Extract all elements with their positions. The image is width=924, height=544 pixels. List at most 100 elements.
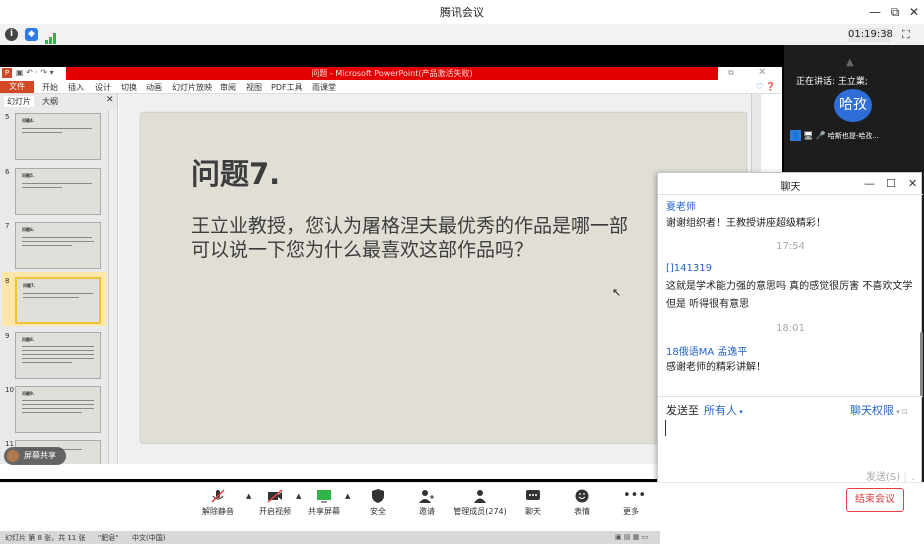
slide-thumbnail-selected[interactable]: 问题7.: [15, 277, 101, 324]
screen-share-icon: [316, 489, 332, 503]
chat-window: 聊天 — ☐ ✕ 夏老师 谢谢组织者！王教授讲座超级精彩！ 17:54 []14…: [657, 172, 923, 484]
slide-thumbnail[interactable]: 问题5.: [15, 168, 101, 215]
ribbon-tab[interactable]: PDF工具: [271, 82, 303, 93]
message-timestamp: 18:01: [776, 323, 805, 334]
thumb-line: [22, 187, 62, 188]
signal-icon[interactable]: [45, 29, 57, 44]
thumb-line: [22, 237, 92, 238]
thumb-title: 问题9.: [22, 391, 35, 396]
status-slide-position: 幻灯片 第 8 张，共 11 张: [5, 534, 86, 542]
thumb-line: [22, 241, 94, 242]
ribbon-tab[interactable]: 开始: [42, 82, 58, 93]
close-button[interactable]: ✕: [905, 3, 923, 21]
ppt-window-title: 问题 - Microsoft PowerPoint(产品激活失败): [66, 67, 718, 80]
screen-share-name: 屏幕共享: [24, 451, 56, 460]
thumb-line: [22, 362, 72, 363]
thumb-line: [22, 128, 92, 129]
ppt-restore-icon[interactable]: ⧉: [728, 68, 734, 78]
ribbon-tab[interactable]: 切换: [121, 82, 137, 93]
slide-thumbnail[interactable]: 问题9.: [15, 386, 101, 433]
minimize-button[interactable]: —: [866, 3, 884, 21]
thumb-line: [22, 350, 94, 351]
ribbon-tab[interactable]: 视图: [246, 82, 262, 93]
thumb-line: [23, 293, 93, 294]
thumb-line: [22, 346, 94, 347]
help-icon[interactable]: ♡ ❓: [756, 82, 776, 91]
send-button[interactable]: 发送(S) │ ⌄: [866, 468, 917, 483]
toolbar-label: 管理成员(274): [453, 507, 507, 516]
more-button[interactable]: ••• 更多: [601, 483, 661, 520]
collapse-up-icon[interactable]: ▲: [846, 57, 854, 68]
chat-input[interactable]: [662, 417, 918, 465]
dropdown-arrow-icon: ▾: [737, 408, 743, 416]
slide-thumbnail[interactable]: 问题6.: [15, 222, 101, 269]
send-options-icon[interactable]: │ ⌄: [900, 473, 917, 482]
thumb-line: [22, 132, 62, 133]
message-sender[interactable]: []141319: [666, 263, 712, 274]
chat-title: 聊天: [780, 182, 801, 193]
share-screen-button[interactable]: 共享屏幕: [294, 483, 354, 520]
emoji-icon: [574, 489, 590, 503]
chat-permission-dropdown[interactable]: 聊天权限 ▾ ⊡: [850, 402, 908, 418]
chat-close-button[interactable]: ✕: [908, 177, 917, 190]
view-mode-icons[interactable]: ▣ ▤ ▦ ▭: [615, 533, 648, 541]
slide-thumbnail[interactable]: 问题8.: [15, 332, 101, 379]
invite-button[interactable]: 邀请: [397, 483, 457, 520]
thumb-title: 问题8.: [22, 337, 35, 342]
chat-divider: [658, 396, 923, 397]
participant-avatar[interactable]: 哈孜: [834, 89, 872, 122]
end-meeting-button[interactable]: 结束会议: [846, 488, 904, 512]
screen-icon: 🖥: [803, 131, 814, 140]
message-timestamp: 17:54: [776, 241, 805, 252]
participant-info: 👤 🖥 🎤 哈斯也提-哈孜...: [790, 130, 879, 141]
chat-icon: [525, 489, 541, 503]
thumb-number: 5: [5, 113, 10, 121]
ribbon-tab[interactable]: 设计: [95, 82, 111, 93]
thumb-line: [23, 297, 79, 298]
slide-thumbnail[interactable]: 问题4.: [15, 113, 101, 160]
text-caret: [665, 420, 666, 436]
message-text: 感谢老师的精彩讲解！: [666, 362, 766, 373]
thumb-number: 9: [5, 332, 10, 340]
ppt-app-icon: P: [2, 68, 12, 78]
manage-members-button[interactable]: 管理成员(274): [450, 483, 510, 520]
pane-tab-slides[interactable]: 幻灯片: [4, 96, 34, 107]
info-icon[interactable]: i: [5, 28, 18, 41]
ribbon-tab[interactable]: 插入: [68, 82, 84, 93]
message-sender[interactable]: 夏老师: [666, 198, 696, 213]
ribbon-tab[interactable]: 雨课堂: [312, 82, 336, 93]
unmute-button[interactable]: 解除静音: [188, 483, 248, 520]
file-tab[interactable]: 文件: [0, 81, 34, 93]
toolbar-label: 解除静音: [202, 507, 234, 516]
security-shield-icon[interactable]: ◆: [25, 28, 38, 41]
user-avatar-icon: [7, 450, 19, 462]
pane-tab-outline[interactable]: 大纲: [42, 96, 58, 107]
chat-maximize-button[interactable]: ☐: [886, 177, 896, 190]
window-titlebar: 腾讯会议 — ⧉ ✕: [0, 0, 924, 24]
send-to-value: 所有人: [704, 404, 737, 417]
chat-scrollbar[interactable]: [920, 332, 923, 396]
status-theme: "肥皂": [98, 534, 119, 542]
window-title: 腾讯会议: [440, 6, 484, 19]
send-to-dropdown[interactable]: 所有人 ▾: [704, 402, 743, 418]
current-slide: 问题7. 王立业教授，您认为屠格涅夫最优秀的作品是哪一部 可以说一下您为什么最喜…: [141, 113, 746, 443]
ribbon-tab[interactable]: 动画: [146, 82, 162, 93]
ppt-close-icon[interactable]: ✕: [758, 67, 766, 78]
chat-permission-label: 聊天权限: [850, 404, 894, 417]
ribbon-tab[interactable]: 幻灯片放映: [172, 82, 212, 93]
fullscreen-icon[interactable]: ⛶: [902, 28, 910, 42]
mic-muted-icon: [210, 489, 226, 503]
message-sender[interactable]: 18俄语MA 孟逸平: [666, 343, 747, 358]
thumb-number: 6: [5, 168, 10, 176]
thumb-line: [22, 404, 94, 405]
pane-close-icon[interactable]: ✕: [106, 95, 114, 105]
restore-button[interactable]: ⧉: [886, 3, 904, 21]
screen-share-name-badge: 屏幕共享: [4, 447, 66, 465]
ribbon-tab[interactable]: 审阅: [220, 82, 236, 93]
chat-minimize-button[interactable]: —: [864, 177, 875, 190]
pane-scrollbar[interactable]: [108, 110, 117, 464]
quick-access-icons[interactable]: ▣ ↶ · ↷ ▾: [16, 68, 54, 77]
meeting-timer: 01:19:38: [848, 28, 893, 42]
dropdown-arrow-icon: ▾ ⊡: [894, 408, 908, 416]
mic-icon: 🎤: [815, 131, 826, 140]
